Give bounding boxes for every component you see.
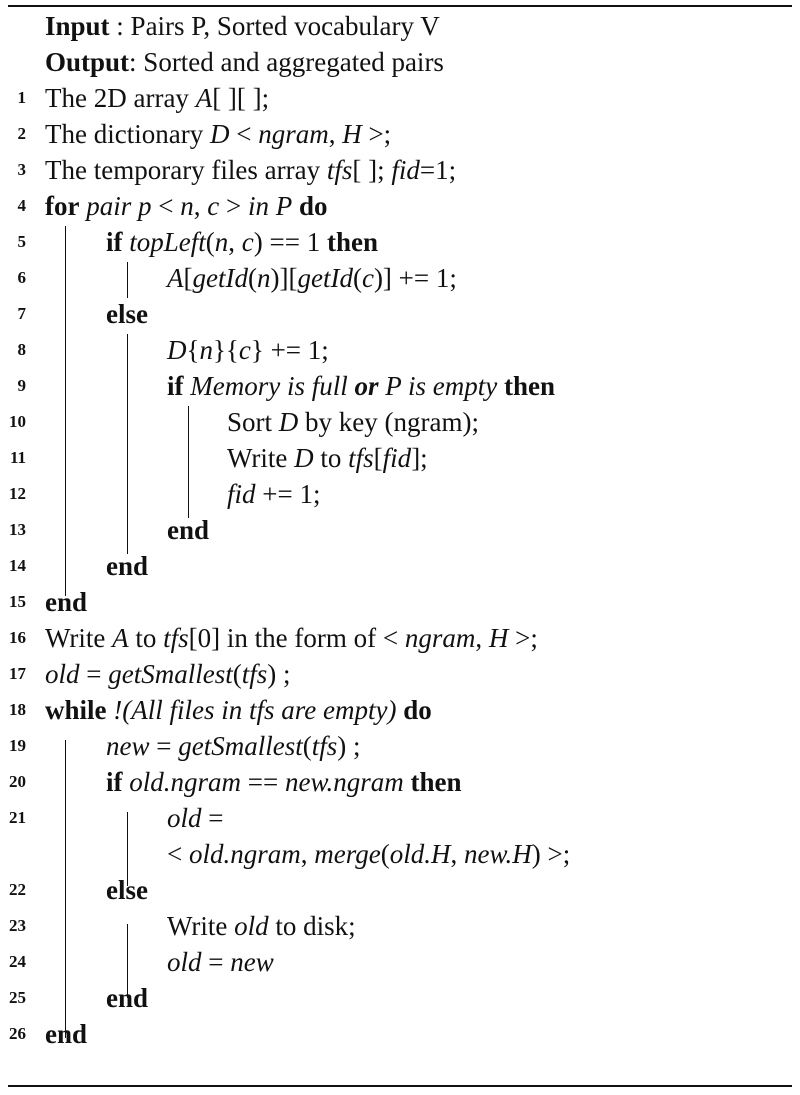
algorithm-line: 4 for pair p < n, c > in P do <box>0 188 800 224</box>
line-number: 4 <box>17 196 27 215</box>
output-label: Output <box>45 47 130 77</box>
line-number: 21 <box>9 808 26 827</box>
line-code: for pair p < n, c > in P do <box>45 191 328 221</box>
input-label: Input <box>45 11 110 41</box>
line-code: old = <box>167 803 224 833</box>
line-code: < old.ngram, merge(old.H, new.H) >; <box>167 839 571 869</box>
line-number: 26 <box>9 1024 26 1043</box>
line-code: if topLeft(n, c) == 1 then <box>106 227 378 257</box>
line-number: 5 <box>17 232 27 251</box>
algorithm-line: 22 else <box>0 872 800 908</box>
line-code: while !(All files in tfs are empty) do <box>45 695 432 725</box>
line-number: 19 <box>9 736 26 755</box>
algorithm-line: 17 old = getSmallest(tfs) ; <box>0 656 800 692</box>
algorithm-line: 23 Write old to disk; <box>0 908 800 944</box>
line-code: Write D to tfs[fid]; <box>227 443 428 473</box>
algorithm-line: 12 fid += 1; <box>0 476 800 512</box>
algorithm-line: 21 old = <box>0 800 800 836</box>
line-code: old = new <box>167 947 274 977</box>
algorithm-input-line: Input : Pairs P, Sorted vocabulary V <box>0 8 800 44</box>
line-code: if old.ngram == new.ngram then <box>106 767 462 797</box>
line-code: old = getSmallest(tfs) ; <box>45 659 291 689</box>
line-number: 3 <box>17 160 27 179</box>
algorithm-line: 26end <box>0 1016 800 1052</box>
output-text: : Sorted and aggregated pairs <box>129 47 444 77</box>
algorithm-line: 10 Sort D by key (ngram); <box>0 404 800 440</box>
line-number: 20 <box>9 772 26 791</box>
line-number: 12 <box>9 484 26 503</box>
indent-guide-while-loop <box>65 740 67 1038</box>
indent-guide-if-block <box>127 262 129 298</box>
algorithm-line: 9 if Memory is full or P is empty then <box>0 368 800 404</box>
indent-guide-if-merge-block <box>127 812 129 886</box>
line-code: D{n}{c} += 1; <box>167 335 329 365</box>
line-code: new = getSmallest(tfs) ; <box>106 731 361 761</box>
line-number: 7 <box>17 304 27 323</box>
algorithm-line: 15 end <box>0 584 800 620</box>
algorithm-line: 2 The dictionary D < ngram, H >; <box>0 116 800 152</box>
line-code: The temporary files array tfs[ ]; fid=1; <box>45 155 457 185</box>
algorithm-line: < old.ngram, merge(old.H, new.H) >; <box>0 836 800 872</box>
line-code: The dictionary D < ngram, H >; <box>45 119 392 149</box>
line-code: A[getId(n)][getId(c)] += 1; <box>167 263 457 293</box>
algorithm-output-line: Output: Sorted and aggregated pairs <box>0 44 800 80</box>
top-rule <box>8 5 792 7</box>
algorithm-line: 7 else <box>0 296 800 332</box>
line-number: 22 <box>9 880 26 899</box>
line-code: Sort D by key (ngram); <box>227 407 479 437</box>
line-number: 14 <box>9 556 26 575</box>
line-number: 15 <box>9 592 26 611</box>
indent-guide-inner-if-block <box>188 406 190 518</box>
algorithm-line: 1 The 2D array A[ ][ ]; <box>0 80 800 116</box>
line-number: 23 <box>9 916 26 935</box>
indent-guide-else-block <box>127 334 129 554</box>
input-text: : Pairs P, Sorted vocabulary V <box>109 11 440 41</box>
algorithm-line: 19 new = getSmallest(tfs) ; <box>0 728 800 764</box>
line-number: 10 <box>9 412 26 431</box>
line-number: 18 <box>9 700 26 719</box>
algorithm-line: 11 Write D to tfs[fid]; <box>0 440 800 476</box>
bottom-rule <box>8 1085 792 1087</box>
indent-guide-for-loop <box>65 226 67 596</box>
line-number: 6 <box>17 268 27 287</box>
line-number: 16 <box>9 628 26 647</box>
indent-guide-else-write-block <box>127 924 129 998</box>
line-code: fid += 1; <box>227 479 321 509</box>
line-code: The 2D array A[ ][ ]; <box>45 83 270 113</box>
line-number: 11 <box>9 448 26 467</box>
line-number: 2 <box>17 124 27 143</box>
line-code: Write old to disk; <box>167 911 356 941</box>
line-number: 13 <box>9 520 26 539</box>
algorithm-line: 24 old = new <box>0 944 800 980</box>
line-number: 9 <box>17 376 27 395</box>
algorithm-line: 25 end <box>0 980 800 1016</box>
line-number: 8 <box>17 340 27 359</box>
line-code: if Memory is full or P is empty then <box>167 371 555 401</box>
line-number: 17 <box>9 664 26 683</box>
algorithm-line: 3 The temporary files array tfs[ ]; fid=1… <box>0 152 800 188</box>
line-number: 1 <box>17 88 27 107</box>
line-number: 25 <box>9 988 26 1007</box>
algorithm-line: 6 A[getId(n)][getId(c)] += 1; <box>0 260 800 296</box>
algorithm-line: 13 end <box>0 512 800 548</box>
algorithm-line: 14 end <box>0 548 800 584</box>
line-number: 24 <box>9 952 26 971</box>
algorithm-line: 16 Write A to tfs[0] in the form of < ngr… <box>0 620 800 656</box>
algorithm-line: 8 D{n}{c} += 1; <box>0 332 800 368</box>
line-code: else <box>106 299 148 329</box>
algorithm-line: 5 if topLeft(n, c) == 1 then <box>0 224 800 260</box>
line-code: Write A to tfs[0] in the form of < ngram… <box>45 623 538 653</box>
algorithm-line: 20 if old.ngram == new.ngram then <box>0 764 800 800</box>
algorithm-line: 18 while !(All files in tfs are empty) do <box>0 692 800 728</box>
